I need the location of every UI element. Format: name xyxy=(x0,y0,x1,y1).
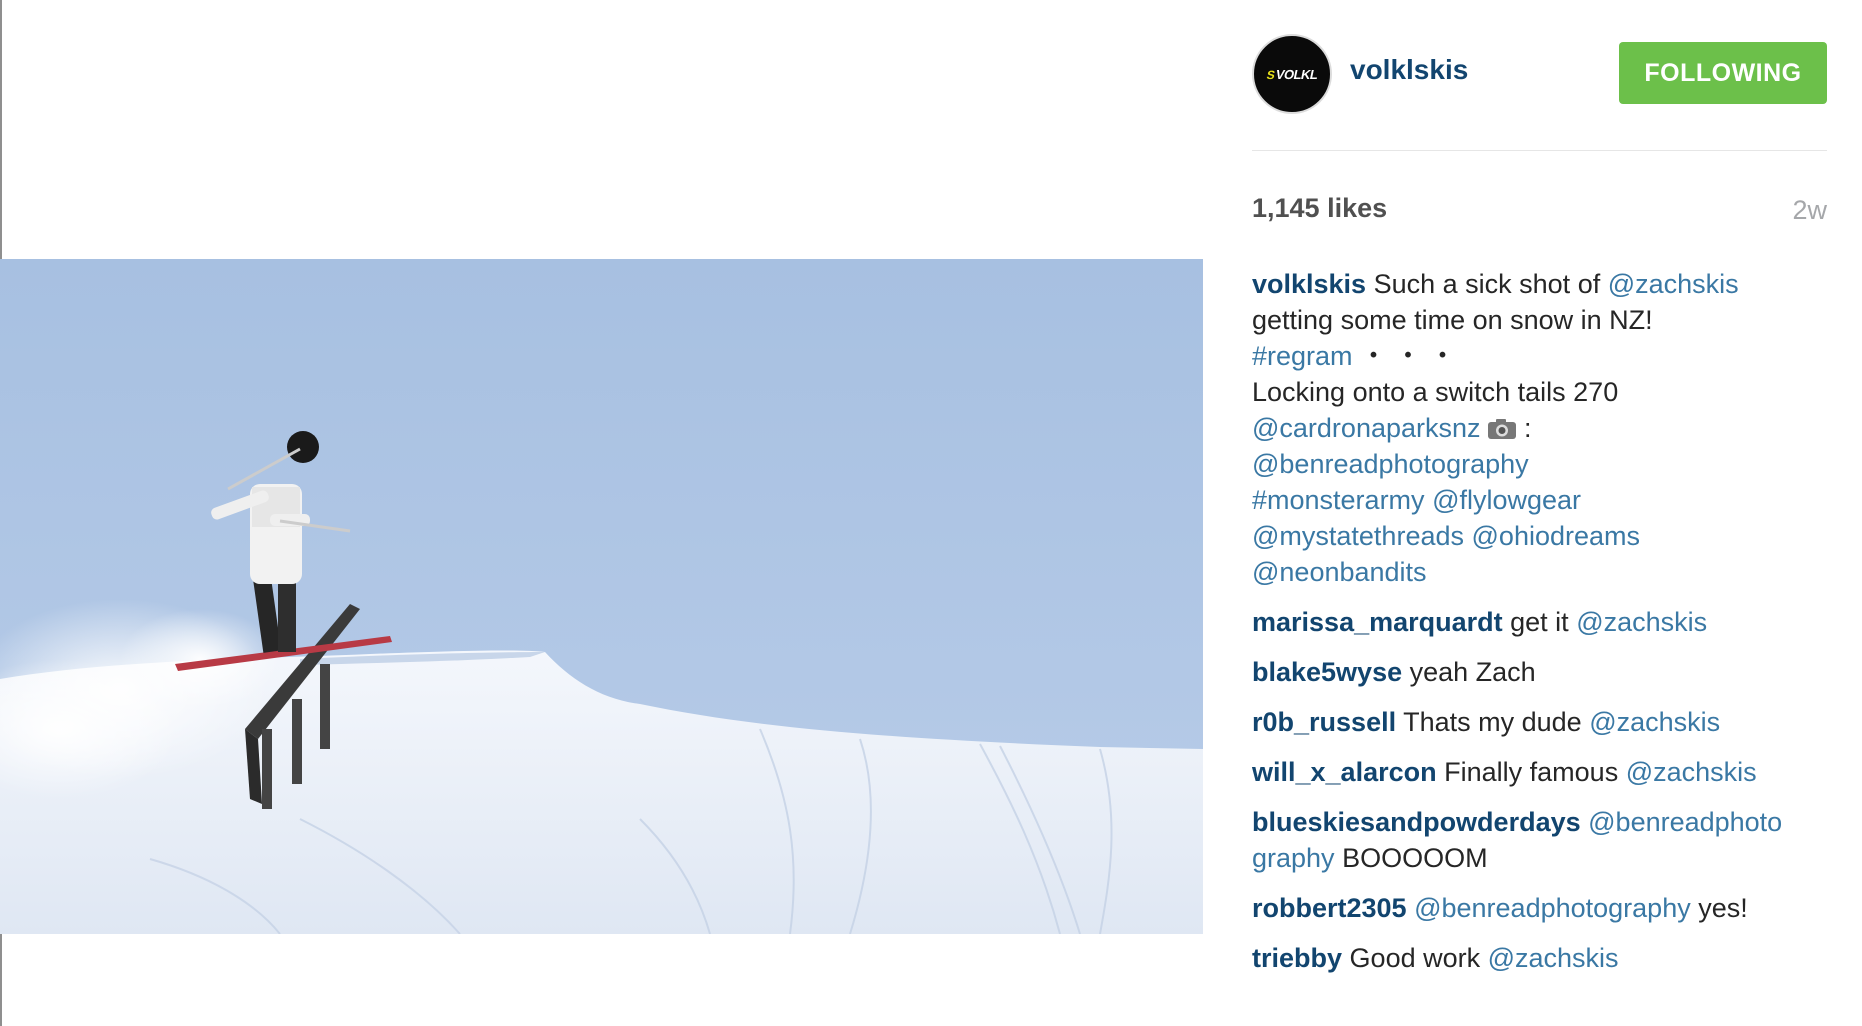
caption-text: Such a sick shot of @zachskis getting som… xyxy=(1252,269,1739,587)
comment-row: blueskiesandpowderdays @benreadphoto grap… xyxy=(1252,804,1827,876)
comment-author[interactable]: r0b_russell xyxy=(1252,707,1396,737)
post-time[interactable]: 2w xyxy=(1792,195,1827,226)
comment-text: Good work xyxy=(1349,943,1488,973)
avatar[interactable]: S VOLKL xyxy=(1252,34,1332,114)
comment-text: Locking onto a switch tails 270 xyxy=(1252,377,1619,407)
ski-rail-photo xyxy=(0,259,1203,934)
comment-row: robbert2305 @benreadphotography yes! xyxy=(1252,890,1827,926)
comment-text xyxy=(1464,521,1472,551)
comments: marissa_marquardt get it @zachskis blake5… xyxy=(1252,604,1827,976)
comment-author[interactable]: blake5wyse xyxy=(1252,657,1402,687)
mention-link[interactable]: @neonbandits xyxy=(1252,557,1427,587)
comment-row: will_x_alarcon Finally famous @zachskis xyxy=(1252,754,1827,790)
comment-row: blake5wyse yeah Zach xyxy=(1252,654,1827,690)
mention-link[interactable]: graphy xyxy=(1252,843,1335,873)
comment-text: yeah Zach xyxy=(1409,657,1536,687)
mention-link[interactable]: #regram xyxy=(1252,341,1353,371)
comment-text: Finally famous xyxy=(1444,757,1626,787)
comment-author[interactable]: blueskiesandpowderdays xyxy=(1252,807,1581,837)
camera-icon xyxy=(1487,419,1516,439)
caption: volklskis Such a sick shot of @zachskis g… xyxy=(1252,266,1827,590)
comment-text xyxy=(1517,413,1525,443)
mention-link[interactable]: @zachskis xyxy=(1488,943,1619,973)
mention-link[interactable]: @zachskis xyxy=(1576,607,1707,637)
mention-link[interactable]: @cardronaparksnz xyxy=(1252,413,1481,443)
comment-author[interactable]: robbert2305 xyxy=(1252,893,1407,923)
username-link[interactable]: volklskis xyxy=(1350,54,1468,86)
mention-link[interactable]: #monsterarmy xyxy=(1252,485,1425,515)
comment-text: yes! xyxy=(1690,893,1748,923)
mention-link[interactable]: @zachskis xyxy=(1608,269,1739,299)
mention-link[interactable]: @flylowgear xyxy=(1432,485,1581,515)
comment-text: Thats my dude xyxy=(1403,707,1590,737)
comment-text: : xyxy=(1524,413,1532,443)
comment-text: getting some time on snow in NZ! xyxy=(1252,305,1653,335)
header-divider xyxy=(1252,150,1827,151)
comment-text xyxy=(1425,485,1433,515)
comment-row: marissa_marquardt get it @zachskis xyxy=(1252,604,1827,640)
comment-row: r0b_russell Thats my dude @zachskis xyxy=(1252,704,1827,740)
mention-link[interactable]: @zachskis xyxy=(1626,757,1757,787)
volkl-logo: S VOLKL xyxy=(1265,66,1319,82)
mention-link[interactable]: @mystatethreads xyxy=(1252,521,1464,551)
post-header: S VOLKL volklskis FOLLOWING xyxy=(1252,34,1827,114)
following-button[interactable]: FOLLOWING xyxy=(1619,42,1827,104)
mention-link[interactable]: @benreadphotography xyxy=(1414,893,1691,923)
comment-text: get it xyxy=(1510,607,1577,637)
comment-author[interactable]: marissa_marquardt xyxy=(1252,607,1503,637)
like-count[interactable]: 1,145 likes xyxy=(1252,193,1387,224)
post-photo[interactable] xyxy=(0,259,1203,934)
mention-link[interactable]: @benreadphoto xyxy=(1588,807,1782,837)
comment-author[interactable]: will_x_alarcon xyxy=(1252,757,1437,787)
comment-row: triebby Good work @zachskis xyxy=(1252,940,1827,976)
comment-text: ・ ・ ・ xyxy=(1352,341,1457,371)
mention-link[interactable]: @benreadphotography xyxy=(1252,449,1529,479)
comment-author[interactable]: volklskis xyxy=(1252,269,1366,299)
comment-text: Such a sick shot of xyxy=(1373,269,1608,299)
mention-link[interactable]: @zachskis xyxy=(1589,707,1720,737)
mention-link[interactable]: @ohiodreams xyxy=(1472,521,1641,551)
comment-author[interactable]: triebby xyxy=(1252,943,1342,973)
comment-text: BOOOOOM xyxy=(1334,843,1488,873)
comment-list: volklskis Such a sick shot of @zachskis g… xyxy=(1252,266,1827,990)
